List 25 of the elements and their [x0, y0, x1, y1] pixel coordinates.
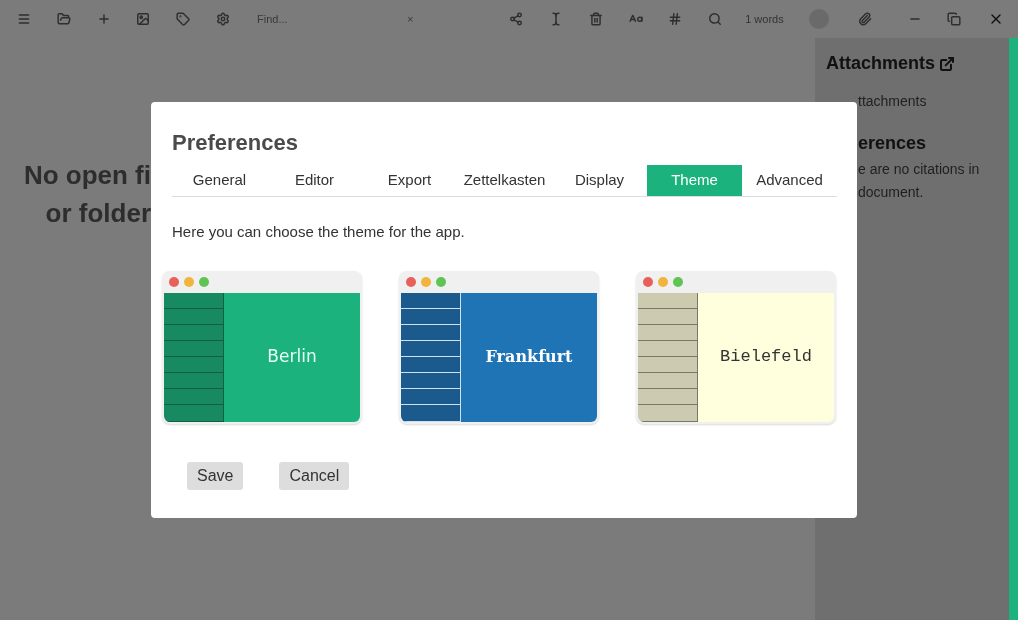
theme-name: Bielefeld	[720, 346, 812, 369]
theme-preview[interactable]: Frankfurt	[399, 270, 599, 424]
tab[interactable]: Zettelkasten	[457, 165, 552, 196]
external-link-icon[interactable]	[939, 55, 956, 72]
theme-name: Frankfurt	[485, 346, 573, 368]
empty-state-text: No open fi	[22, 159, 151, 192]
tab[interactable]: General	[172, 165, 267, 196]
references-text: e are no citations in	[857, 160, 981, 179]
theme-name: Berlin	[267, 345, 317, 369]
word-count: 1 words	[745, 11, 785, 27]
cancel-button[interactable]: Cancel	[279, 461, 350, 490]
theme-preview[interactable]: Bielefeld	[636, 270, 836, 424]
save-button[interactable]: Save	[187, 461, 244, 490]
description-text: Here you can choose the theme for the app.	[172, 222, 466, 242]
references-text: document.	[857, 183, 925, 202]
tab[interactable]: Editor	[267, 165, 362, 196]
dialog-title: Preferences	[172, 129, 299, 157]
search-input[interactable]: Find...	[257, 10, 408, 28]
tab[interactable]: Advanced	[742, 165, 837, 196]
attachments-heading: Attachments	[826, 52, 936, 75]
tab[interactable]: Display	[552, 165, 647, 196]
references-heading: erences	[857, 132, 928, 155]
empty-state-text: or folder	[44, 197, 151, 230]
attachments-text: ttachments	[857, 92, 928, 111]
tab[interactable]: Export	[362, 165, 457, 196]
